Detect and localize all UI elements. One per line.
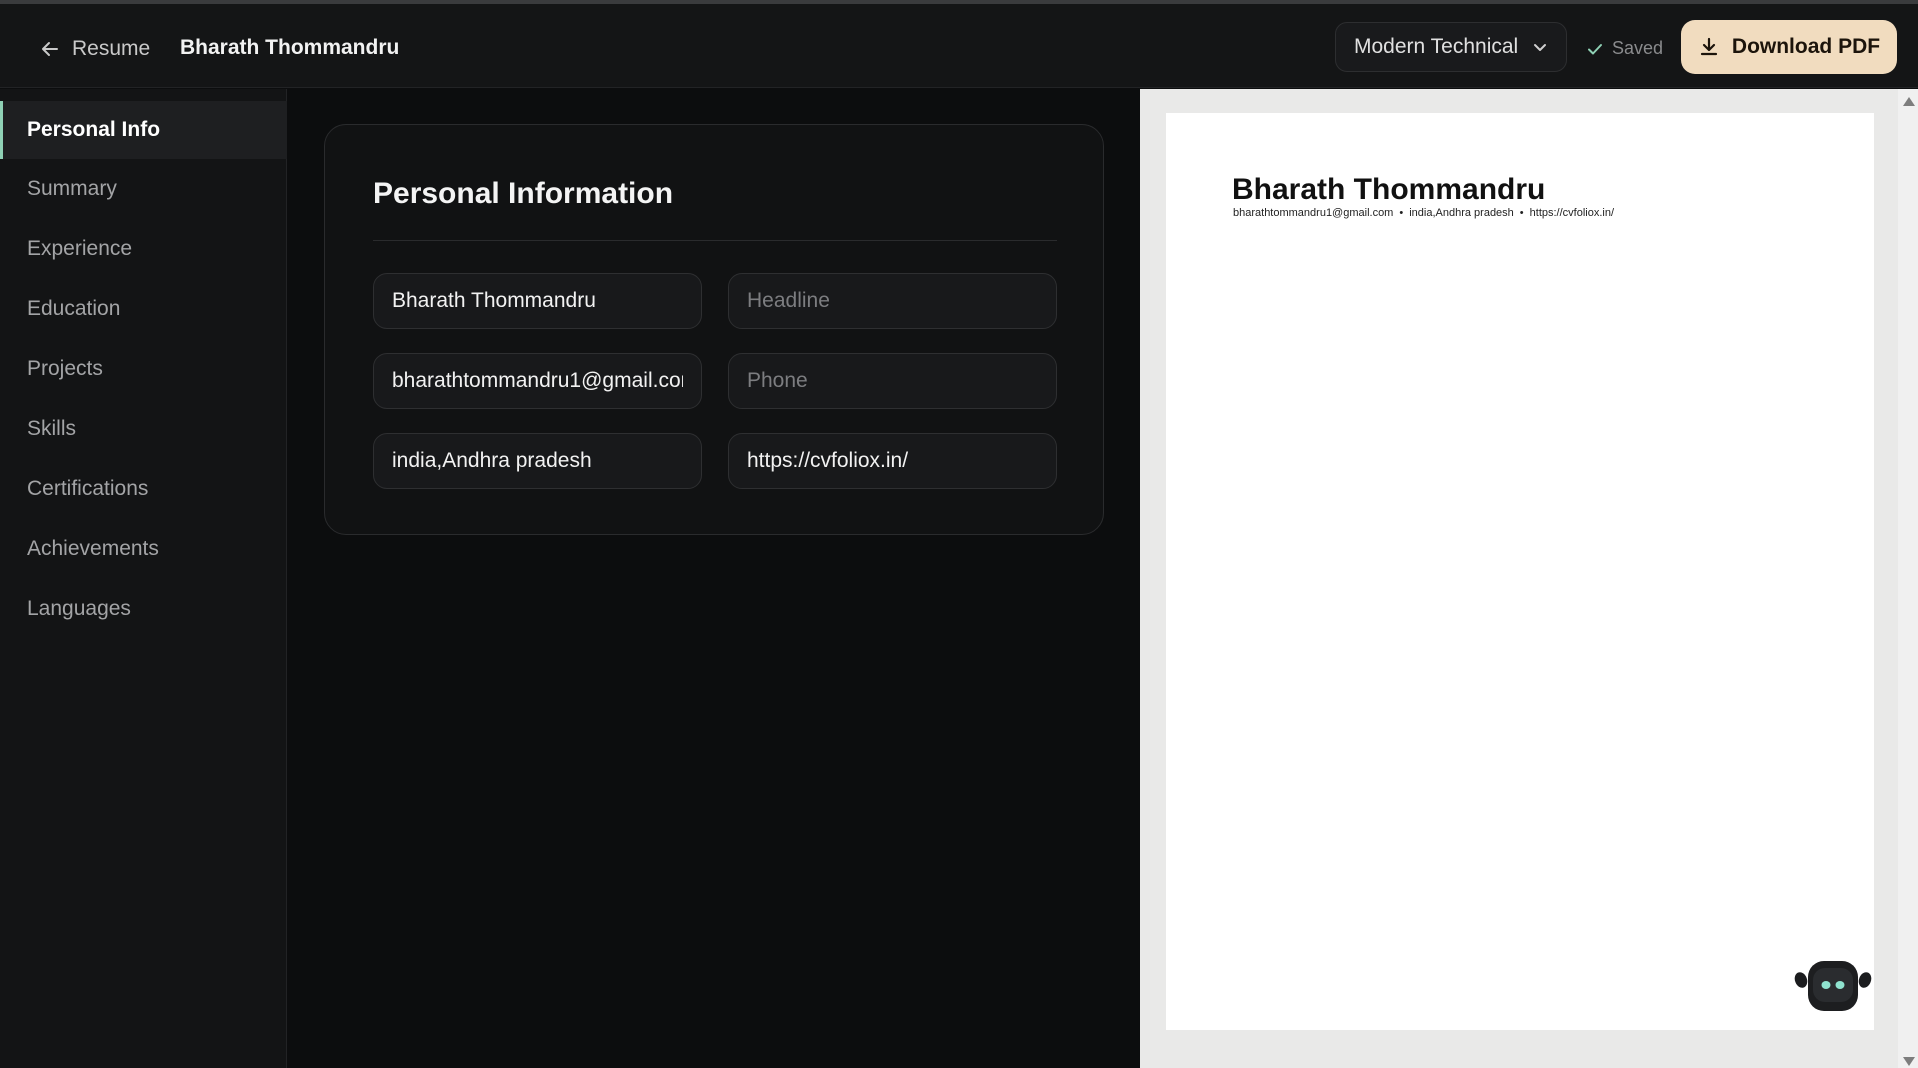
section-sidebar: Personal Info Summary Experience Educati… [0, 89, 287, 1068]
template-select-value: Modern Technical [1354, 35, 1519, 58]
check-icon [1588, 43, 1602, 54]
preview-website: https://cvfoliox.in/ [1529, 207, 1615, 219]
sidebar-item-personal-info[interactable]: Personal Info [0, 101, 287, 159]
preview-email: bharathtommandru1@gmail.com [1233, 207, 1394, 219]
sidebar-item-skills[interactable]: Skills [0, 400, 287, 458]
chevron-down-icon [1534, 44, 1546, 51]
section-title: Personal Information [373, 177, 674, 210]
sidebar-item-achievements[interactable]: Achievements [0, 520, 287, 578]
headline-field[interactable] [728, 273, 1057, 329]
back-to-resume-button[interactable]: Resume [40, 32, 150, 66]
resume-page: Bharath Thommandru bharathtommandru1@gma… [1166, 113, 1874, 1030]
scroll-down-arrow-icon[interactable] [1903, 1057, 1915, 1066]
email-field[interactable] [373, 353, 702, 409]
full-name-field[interactable] [373, 273, 702, 329]
preview-contact-line: bharathtommandru1@gmail.com • india,Andhra… [1233, 207, 1614, 219]
preview-scrollbar[interactable] [1898, 89, 1918, 1068]
arrow-left-icon [42, 42, 58, 56]
template-select[interactable]: Modern Technical [1335, 22, 1567, 72]
top-bar: Resume Bharath Thommandru Modern Technic… [0, 4, 1918, 88]
sidebar-item-certifications[interactable]: Certifications [0, 460, 287, 518]
download-icon [1700, 37, 1718, 56]
personal-info-card: Personal Information [324, 124, 1104, 535]
document-title: Bharath Thommandru [180, 36, 400, 59]
download-pdf-label: Download PDF [1731, 35, 1881, 58]
title-divider [373, 240, 1057, 241]
preview-name: Bharath Thommandru [1232, 173, 1546, 206]
preview-separator: • [1399, 207, 1404, 219]
preview-location: india,Andhra pradesh [1409, 207, 1514, 219]
website-field[interactable] [728, 433, 1057, 489]
sidebar-item-education[interactable]: Education [0, 280, 287, 338]
save-status-label: Saved [1612, 38, 1664, 58]
scroll-up-arrow-icon[interactable] [1903, 97, 1915, 106]
save-status: Saved [1586, 38, 1663, 59]
resume-preview-panel[interactable]: Bharath Thommandru bharathtommandru1@gma… [1140, 89, 1898, 1068]
back-label: Resume [72, 37, 151, 60]
assistant-bot-button[interactable] [1793, 956, 1873, 1016]
assistant-bot-icon [1794, 961, 1872, 1011]
sidebar-item-languages[interactable]: Languages [0, 580, 287, 638]
sidebar-item-experience[interactable]: Experience [0, 220, 287, 278]
sidebar-item-summary[interactable]: Summary [0, 160, 287, 218]
location-field[interactable] [373, 433, 702, 489]
download-pdf-button[interactable]: Download PDF [1681, 20, 1897, 74]
phone-field[interactable] [728, 353, 1057, 409]
preview-separator: • [1519, 207, 1524, 219]
editor-panel: Personal Information [288, 89, 1140, 1068]
sidebar-item-projects[interactable]: Projects [0, 340, 287, 398]
